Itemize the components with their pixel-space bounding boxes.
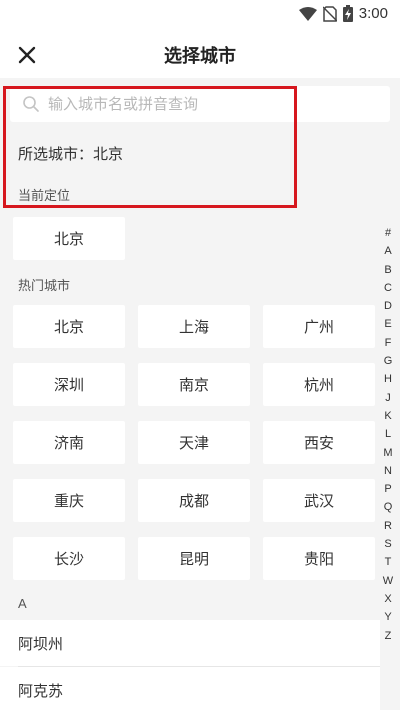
index-letter[interactable]: X xyxy=(384,590,391,608)
city-list-item[interactable]: 阿克苏 xyxy=(0,667,380,710)
search-input[interactable] xyxy=(48,95,368,113)
hot-city-button[interactable]: 深圳 xyxy=(13,363,125,406)
status-icons: 3:00 xyxy=(298,5,388,22)
index-letter[interactable]: Z xyxy=(385,627,392,645)
index-letter[interactable]: Y xyxy=(384,608,391,626)
hot-city-button[interactable]: 长沙 xyxy=(13,537,125,580)
current-location-label: 当前定位 xyxy=(18,189,71,204)
wifi-icon xyxy=(298,6,317,21)
title-bar: 选择城市 xyxy=(0,30,400,78)
index-letter[interactable]: A xyxy=(384,242,391,260)
hot-city-button[interactable]: 昆明 xyxy=(138,537,250,580)
hot-city-button[interactable]: 西安 xyxy=(263,421,375,464)
index-letter[interactable]: Q xyxy=(384,498,393,516)
battery-charging-icon xyxy=(342,5,353,22)
index-letter[interactable]: L xyxy=(385,425,391,443)
index-letter[interactable]: H xyxy=(384,370,392,388)
hot-city-button[interactable]: 南京 xyxy=(138,363,250,406)
index-letter[interactable]: E xyxy=(384,315,391,333)
search-icon xyxy=(23,96,39,112)
selected-city-prefix: 所选城市： xyxy=(18,145,94,163)
hot-city-button[interactable]: 上海 xyxy=(138,305,250,348)
index-letter[interactable]: S xyxy=(384,535,391,553)
index-letter[interactable]: M xyxy=(383,444,392,462)
status-time: 3:00 xyxy=(358,5,388,22)
no-sim-icon xyxy=(322,5,337,22)
index-letter[interactable]: P xyxy=(384,480,391,498)
selected-city-value: 北京 xyxy=(93,145,124,163)
index-letter[interactable]: B xyxy=(384,261,391,279)
index-letter[interactable]: N xyxy=(384,462,392,480)
index-letter[interactable]: # xyxy=(385,224,391,242)
index-letter[interactable]: J xyxy=(385,389,391,407)
index-letter[interactable]: C xyxy=(384,279,392,297)
index-letter[interactable]: T xyxy=(385,553,392,571)
index-letter[interactable]: D xyxy=(384,297,392,315)
index-letter[interactable]: W xyxy=(383,572,393,590)
hot-cities-label: 热门城市 xyxy=(18,279,71,294)
hot-city-button[interactable]: 济南 xyxy=(13,421,125,464)
index-letter[interactable]: K xyxy=(384,407,391,425)
hot-city-button[interactable]: 广州 xyxy=(263,305,375,348)
current-location-city-button[interactable]: 北京 xyxy=(13,217,125,260)
status-bar: 3:00 xyxy=(0,0,400,30)
index-letter[interactable]: F xyxy=(385,334,392,352)
index-letter[interactable]: R xyxy=(384,517,392,535)
hot-city-button[interactable]: 杭州 xyxy=(263,363,375,406)
hot-city-button[interactable]: 天津 xyxy=(138,421,250,464)
hot-city-button[interactable]: 成都 xyxy=(138,479,250,522)
alphabet-index[interactable]: # A B C D E F G H J K L M N P Q R S T W … xyxy=(380,224,396,645)
hot-city-button[interactable]: 贵阳 xyxy=(263,537,375,580)
search-bar[interactable] xyxy=(10,86,390,122)
city-list-item[interactable]: 阿坝州 xyxy=(0,620,380,666)
hot-city-button[interactable]: 武汉 xyxy=(263,479,375,522)
hot-city-button[interactable]: 北京 xyxy=(13,305,125,348)
selected-city: 所选城市： 北京 xyxy=(18,143,123,164)
page-title: 选择城市 xyxy=(164,46,236,67)
index-letter[interactable]: G xyxy=(384,352,393,370)
city-list-letter-header: A xyxy=(18,596,27,611)
hot-city-button[interactable]: 重庆 xyxy=(13,479,125,522)
